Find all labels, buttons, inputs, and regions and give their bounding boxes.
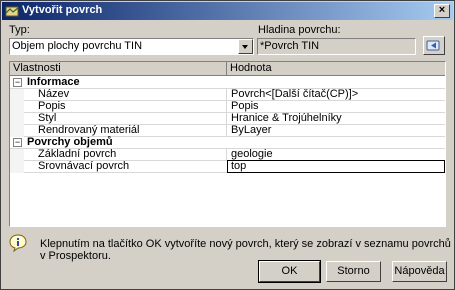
column-divider (226, 89, 227, 101)
layer-picker-icon (426, 40, 440, 51)
type-dropdown[interactable]: Objem plochy povrchu TIN (9, 38, 254, 55)
chevron-down-icon (242, 45, 248, 49)
property-grid: Vlastnosti Hodnota − Informace Název Pov… (9, 61, 446, 227)
column-divider (226, 113, 227, 125)
property-value[interactable]: Popis (228, 101, 259, 112)
column-divider (226, 101, 227, 113)
layer-field: *Povrch TIN (257, 38, 416, 55)
property-name: Popis (38, 100, 66, 112)
row-gutter (10, 89, 24, 101)
property-value: top (231, 160, 247, 172)
help-button[interactable]: Nápověda (392, 261, 447, 282)
column-divider (226, 125, 227, 137)
row-gutter (10, 125, 24, 137)
cancel-button[interactable]: Storno (326, 261, 381, 282)
layer-value: *Povrch TIN (260, 40, 320, 52)
property-name: Název (38, 88, 70, 100)
close-icon: × (438, 4, 446, 16)
layer-select-button[interactable] (423, 36, 445, 55)
header-value[interactable]: Hodnota (227, 62, 445, 76)
category-label: Povrchy objemů (27, 136, 113, 148)
grid-header: Vlastnosti Hodnota (10, 62, 445, 76)
type-dropdown-value: Objem plochy povrchu TIN (12, 40, 143, 52)
row-gutter (10, 113, 24, 125)
property-edit-field[interactable]: top (227, 160, 445, 173)
info-icon (9, 234, 27, 252)
dialog-window: Vytvořit povrch × Typ: Objem plochy povr… (0, 0, 455, 290)
row-gutter (10, 149, 24, 161)
type-label: Typ: (9, 24, 30, 36)
property-value[interactable]: ByLayer (228, 125, 271, 136)
property-name: Styl (38, 112, 57, 124)
dropdown-arrow-button[interactable] (238, 39, 253, 54)
row-gutter (10, 161, 24, 173)
layer-label: Hladina povrchu: (258, 24, 341, 36)
property-value[interactable]: Hranice & Trojúhelníky (228, 113, 342, 124)
property-value[interactable]: Povrch<[Další čítač(CP)]> (228, 89, 358, 100)
header-properties[interactable]: Vlastnosti (10, 62, 227, 76)
property-name: Rendrovaný materiál (38, 124, 140, 136)
info-message: Klepnutím na tlačítko OK vytvoříte nový … (40, 238, 451, 262)
property-row[interactable]: Název Povrch<[Další čítač(CP)]> (10, 89, 445, 101)
property-row[interactable]: Popis Popis (10, 101, 445, 113)
property-name: Základní povrch (38, 148, 117, 160)
collapse-icon[interactable]: − (13, 138, 22, 147)
collapse-icon[interactable]: − (13, 78, 22, 87)
category-row-info[interactable]: − Informace (10, 77, 445, 89)
property-name: Srovnávací povrch (38, 160, 130, 172)
property-value[interactable]: geologie (228, 149, 273, 160)
title-bar[interactable]: Vytvořit povrch × (2, 2, 453, 20)
category-label: Informace (27, 76, 80, 88)
ok-button[interactable]: OK (258, 260, 321, 283)
property-row-selected[interactable]: Srovnávací povrch top (10, 160, 445, 173)
app-icon (5, 6, 19, 17)
close-button[interactable]: × (434, 4, 450, 18)
row-gutter (10, 101, 24, 113)
window-title: Vytvořit povrch (22, 4, 103, 16)
